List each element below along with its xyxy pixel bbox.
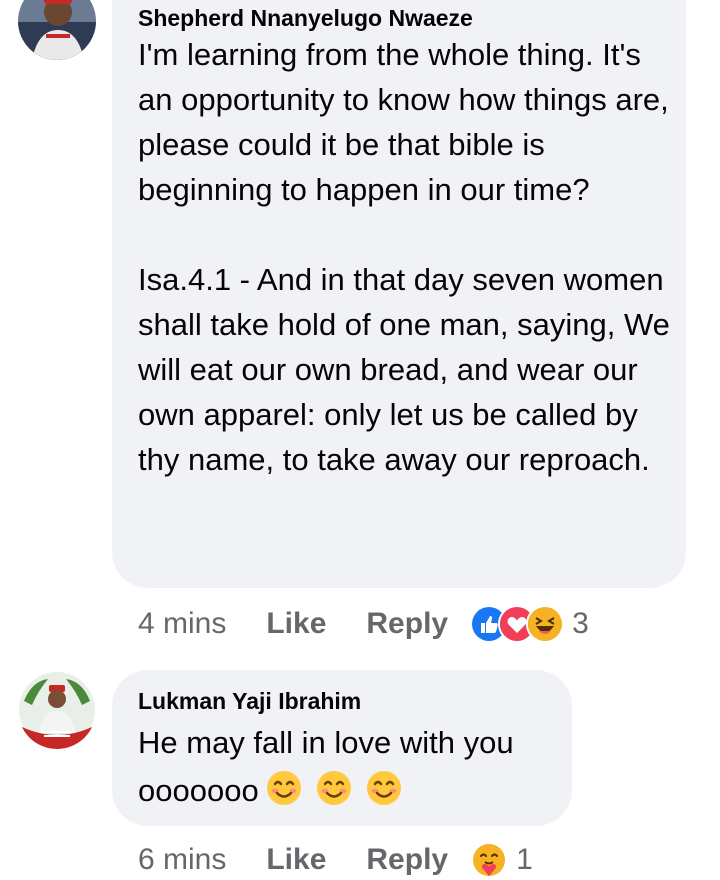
reaction-count: 1 (516, 843, 533, 876)
reaction-count: 3 (572, 607, 589, 640)
like-button[interactable]: Like (266, 607, 326, 641)
smiling-face-icon (315, 769, 353, 807)
comment-actions: 4 mins Like Reply 3 (138, 604, 589, 644)
haha-icon (526, 605, 565, 643)
comment-text-ooo: ooooooo (138, 773, 259, 808)
reply-button[interactable]: Reply (366, 607, 448, 641)
comment-actions: 6 mins Like Reply 1 (138, 840, 533, 880)
comment-timestamp[interactable]: 6 mins (138, 843, 226, 877)
like-button[interactable]: Like (266, 843, 326, 877)
comment-timestamp[interactable]: 4 mins (138, 607, 226, 641)
smiling-face-icon (265, 769, 303, 807)
reply-button[interactable]: Reply (366, 843, 448, 877)
avatar[interactable] (18, 671, 96, 749)
comment-author[interactable]: Lukman Yaji Ibrahim (138, 688, 361, 715)
comment-text: I'm learning from the whole thing. It's … (138, 37, 670, 477)
comment-text-line-2: ooooooo (138, 768, 403, 813)
reaction-summary[interactable]: 1 (470, 841, 533, 879)
care-icon (470, 841, 509, 879)
comment-author[interactable]: Shepherd Nnanyelugo Nwaeze (138, 5, 473, 32)
smiling-face-icon (365, 769, 403, 807)
comment-bubble: Lukman Yaji Ibrahim He may fall in love … (112, 670, 572, 826)
avatar[interactable] (18, 0, 96, 60)
comment-text-line-1: He may fall in love with you (138, 725, 514, 760)
comment-bubble: Shepherd Nnanyelugo Nwaeze I'm learning … (112, 0, 686, 588)
reaction-summary[interactable]: 3 (470, 605, 589, 643)
